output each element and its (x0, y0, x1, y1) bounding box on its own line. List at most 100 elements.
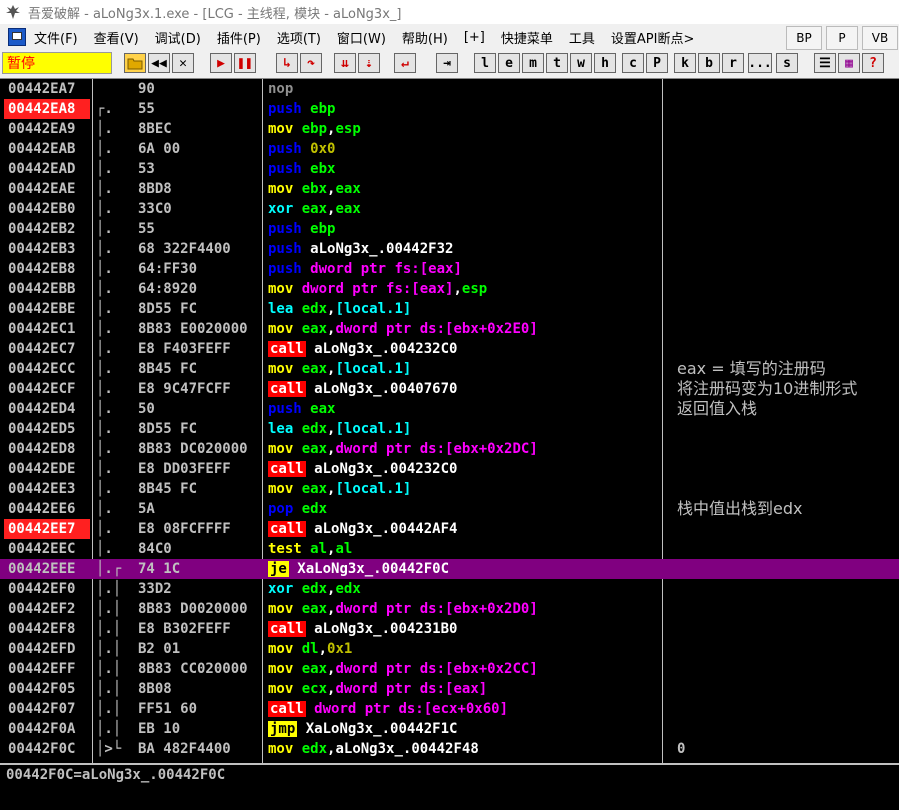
address[interactable]: 00442EBB (4, 279, 90, 299)
instruction[interactable]: nop (268, 79, 660, 99)
modules-window-button[interactable]: e (498, 53, 520, 73)
menu-window[interactable]: 窗口(W) (337, 28, 386, 47)
instruction[interactable]: push ebp (268, 219, 660, 239)
instruction[interactable]: lea edx,[local.1] (268, 419, 660, 439)
disassembly-row[interactable]: 00442EFF │.│ 8B83 CC020000 mov eax,dword pt… (0, 659, 899, 679)
patches-window-button[interactable]: P (646, 53, 668, 73)
comment[interactable]: 栈中值出栈到edx (677, 499, 899, 519)
address[interactable]: 00442ECF (4, 379, 90, 399)
address[interactable]: 00442EE6 (4, 499, 90, 519)
disassembly-row[interactable]: 00442EF2 │.│ 8B83 D0020000 mov eax,dword pt… (0, 599, 899, 619)
address[interactable]: 00442ED5 (4, 419, 90, 439)
disassembly-row[interactable]: 00442EEC │. 84C0 test al,al (0, 539, 899, 559)
menu-debug[interactable]: 调试(D) (155, 28, 201, 47)
disassembly-row[interactable]: 00442EE7 │. E8 08FCFFFF call aLoNg3x_.00442… (0, 519, 899, 539)
disassembly-row[interactable]: 00442F05 │.│ 8B08 mov ecx,dword ptr ds:[eax… (0, 679, 899, 699)
disassembly-row[interactable]: 00442F0A │.│ EB 10 jmp XaLoNg3x_.00442F1C (0, 719, 899, 739)
goto-address-icon[interactable]: ⇥ (436, 53, 458, 73)
address[interactable]: 00442EDE (4, 459, 90, 479)
instruction[interactable]: mov eax,dword ptr ds:[ebx+0x2DC] (268, 439, 660, 459)
disassembly-pane[interactable]: 00442EA7 90 nop 00442EA8 ┌. 55 push ebp 00442EA… (0, 79, 899, 763)
address[interactable]: 00442EFD (4, 639, 90, 659)
instruction[interactable]: mov eax,[local.1] (268, 479, 660, 499)
instruction[interactable]: mov eax,dword ptr ds:[ebx+0x2E0] (268, 319, 660, 339)
disassembly-row[interactable]: 00442EF0 │.│ 33D2 xor edx,edx (0, 579, 899, 599)
address-breakpoint[interactable]: 00442EE7 (4, 519, 90, 539)
comment[interactable]: 返回值入栈 (677, 399, 899, 419)
disassembly-row[interactable]: 00442EA8 ┌. 55 push ebp (0, 99, 899, 119)
address[interactable]: 00442EA9 (4, 119, 90, 139)
address[interactable]: 00442EB0 (4, 199, 90, 219)
instruction[interactable]: lea edx,[local.1] (268, 299, 660, 319)
instruction[interactable]: push aLoNg3x_.00442F32 (268, 239, 660, 259)
execute-till-return-icon[interactable]: ↵ (394, 53, 416, 73)
address[interactable]: 00442ED8 (4, 439, 90, 459)
close-icon[interactable]: ✕ (172, 53, 194, 73)
address[interactable]: 00442F07 (4, 699, 90, 719)
instruction[interactable]: call aLoNg3x_.004232C0 (268, 339, 660, 359)
log-window-button[interactable]: l (474, 53, 496, 73)
address[interactable]: 00442EEE (4, 559, 90, 579)
instruction[interactable]: call aLoNg3x_.004231B0 (268, 619, 660, 639)
instruction[interactable]: xor edx,edx (268, 579, 660, 599)
references-window-button[interactable]: r (722, 53, 744, 73)
disassembly-row[interactable]: 00442EDE │. E8 DD03FEFF call aLoNg3x_.00423… (0, 459, 899, 479)
disassembly-row[interactable]: 00442EE6 │. 5A pop edx 栈中值出栈到edx (0, 499, 899, 519)
disassembly-row[interactable]: 00442EAE │. 8BD8 mov ebx,eax (0, 179, 899, 199)
disassembly-row[interactable]: 00442ED5 │. 8D55 FC lea edx,[local.1] (0, 419, 899, 439)
instruction[interactable]: mov ebx,eax (268, 179, 660, 199)
list-icon[interactable]: ☰ (814, 53, 836, 73)
address[interactable]: 00442F0C (4, 739, 90, 759)
address[interactable]: 00442EAE (4, 179, 90, 199)
disassembly-row[interactable]: 00442EB2 │. 55 push ebp (0, 219, 899, 239)
disassembly-row[interactable]: 00442EB8 │. 64:FF30 push dword ptr fs:[eax] (0, 259, 899, 279)
memory-window-button[interactable]: m (522, 53, 544, 73)
instruction[interactable]: pop edx (268, 499, 660, 519)
address-breakpoint[interactable]: 00442EA8 (4, 99, 90, 119)
disassembly-row[interactable]: 00442ECC │. 8B45 FC mov eax,[local.1] eax = … (0, 359, 899, 379)
menu-plugins[interactable]: 插件(P) (217, 28, 261, 47)
disassembly-row[interactable]: 00442EFD │.│ B2 01 mov dl,0x1 (0, 639, 899, 659)
menu-plus[interactable]: [+] (464, 30, 485, 45)
disassembly-row[interactable]: 00442EBB │. 64:8920 mov dword ptr fs:[eax],… (0, 279, 899, 299)
instruction[interactable]: mov ecx,dword ptr ds:[eax] (268, 679, 660, 699)
disassembly-row[interactable]: 00442EBE │. 8D55 FC lea edx,[local.1] (0, 299, 899, 319)
disassembly-row[interactable]: 00442EAD │. 53 push ebx (0, 159, 899, 179)
trace-into-icon[interactable]: ⇊ (334, 53, 356, 73)
step-into-icon[interactable]: ↳ (276, 53, 298, 73)
options-grid-icon[interactable]: ▦ (838, 53, 860, 73)
address[interactable]: 00442EFF (4, 659, 90, 679)
open-folder-icon[interactable] (124, 53, 146, 73)
address[interactable]: 00442F0A (4, 719, 90, 739)
address[interactable]: 00442EF8 (4, 619, 90, 639)
address[interactable]: 00442ED4 (4, 399, 90, 419)
address[interactable]: 00442EEC (4, 539, 90, 559)
disassembly-row[interactable]: 00442EEE │.┌ 74 1C je XaLoNg3x_.00442F0C (0, 559, 899, 579)
restart-icon[interactable]: ◀◀ (148, 53, 170, 73)
instruction[interactable]: mov eax,[local.1] (268, 359, 660, 379)
address[interactable]: 00442EC7 (4, 339, 90, 359)
step-over-icon[interactable]: ↷ (300, 53, 322, 73)
menu-file[interactable]: 文件(F) (34, 28, 78, 47)
disassembly-row[interactable]: 00442EC7 │. E8 F403FEFF call aLoNg3x_.00423… (0, 339, 899, 359)
disassembly-row[interactable]: 00442EF8 │.│ E8 B302FEFF call aLoNg3x_.0042… (0, 619, 899, 639)
windows-window-button[interactable]: w (570, 53, 592, 73)
pause-icon[interactable]: ❚❚ (234, 53, 256, 73)
menu-options[interactable]: 选项(T) (277, 28, 321, 47)
threads-window-button[interactable]: t (546, 53, 568, 73)
instruction[interactable]: mov ebp,esp (268, 119, 660, 139)
menu-tools[interactable]: 工具 (569, 28, 595, 47)
instruction[interactable]: xor eax,eax (268, 199, 660, 219)
address[interactable]: 00442EF2 (4, 599, 90, 619)
address[interactable]: 00442EB3 (4, 239, 90, 259)
comment[interactable]: 将注册码变为10进制形式 (677, 379, 899, 399)
help-icon[interactable]: ? (862, 53, 884, 73)
address[interactable]: 00442F05 (4, 679, 90, 699)
instruction[interactable]: call aLoNg3x_.00407670 (268, 379, 660, 399)
handles-window-button[interactable]: h (594, 53, 616, 73)
vb-button[interactable]: VB (862, 26, 898, 50)
disassembly-row[interactable]: 00442ED4 │. 50 push eax 返回值入栈 (0, 399, 899, 419)
comment[interactable]: 0 (677, 739, 899, 759)
disassembly-row[interactable]: 00442F0C │>└ BA 482F4400 mov edx,aLoNg3x_.0… (0, 739, 899, 759)
bp-button[interactable]: BP (786, 26, 822, 50)
